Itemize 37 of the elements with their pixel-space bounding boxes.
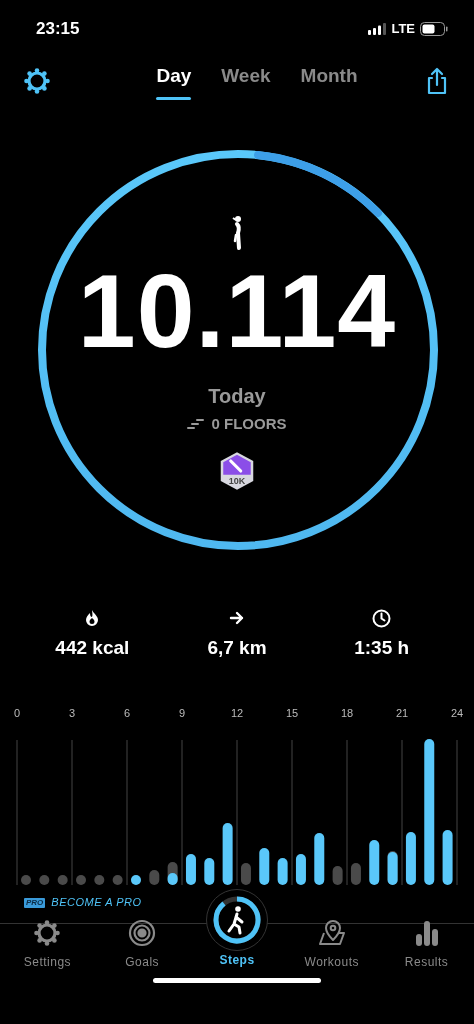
- map-pin-icon: [317, 918, 346, 947]
- tab-bar-item[interactable]: Workouts: [284, 912, 380, 993]
- signal-icon: [368, 22, 387, 35]
- pro-badge: PRO: [24, 897, 46, 908]
- hour-label: 12: [230, 705, 244, 721]
- hour-label: 0: [13, 705, 21, 721]
- hour-label: 18: [340, 705, 354, 721]
- hour-label: 9: [178, 705, 186, 721]
- goal-badge: 10K: [218, 451, 256, 492]
- hour-label: 3: [68, 705, 76, 721]
- settings-icon: [34, 918, 61, 947]
- period-tab[interactable]: Week: [221, 62, 271, 100]
- period-tab[interactable]: Month: [300, 62, 358, 100]
- period-tab[interactable]: Day: [156, 62, 192, 100]
- battery-icon: [420, 21, 448, 36]
- hour-label: 21: [395, 705, 409, 721]
- become-pro-link[interactable]: BECOME A PRO: [51, 894, 142, 911]
- clock-time: 23:15: [36, 17, 80, 40]
- target-icon: [128, 918, 157, 947]
- hour-label: 15: [285, 705, 299, 721]
- period-label: Today: [208, 383, 266, 409]
- stat-value: 6,7 km: [207, 636, 267, 660]
- tab-bar-item[interactable]: Results: [379, 912, 474, 993]
- settings-icon[interactable]: [24, 68, 50, 94]
- clock-icon: [372, 608, 392, 628]
- flame-icon: [85, 608, 100, 628]
- hour-label: 6: [123, 705, 131, 721]
- hour-label: 24: [450, 705, 464, 721]
- step-count: 10.114: [77, 258, 397, 363]
- tab-bar-item[interactable]: Settings: [0, 912, 95, 993]
- stat-value: 1:35 h: [354, 636, 410, 660]
- tab-bar-item[interactable]: Goals: [94, 912, 190, 993]
- stairs-icon: [187, 419, 206, 429]
- network-label: LTE: [391, 19, 415, 38]
- bar-chart-icon: [414, 918, 439, 947]
- floors-count: 0 FLOORS: [211, 413, 287, 434]
- stat-value: 442 kcal: [55, 636, 130, 660]
